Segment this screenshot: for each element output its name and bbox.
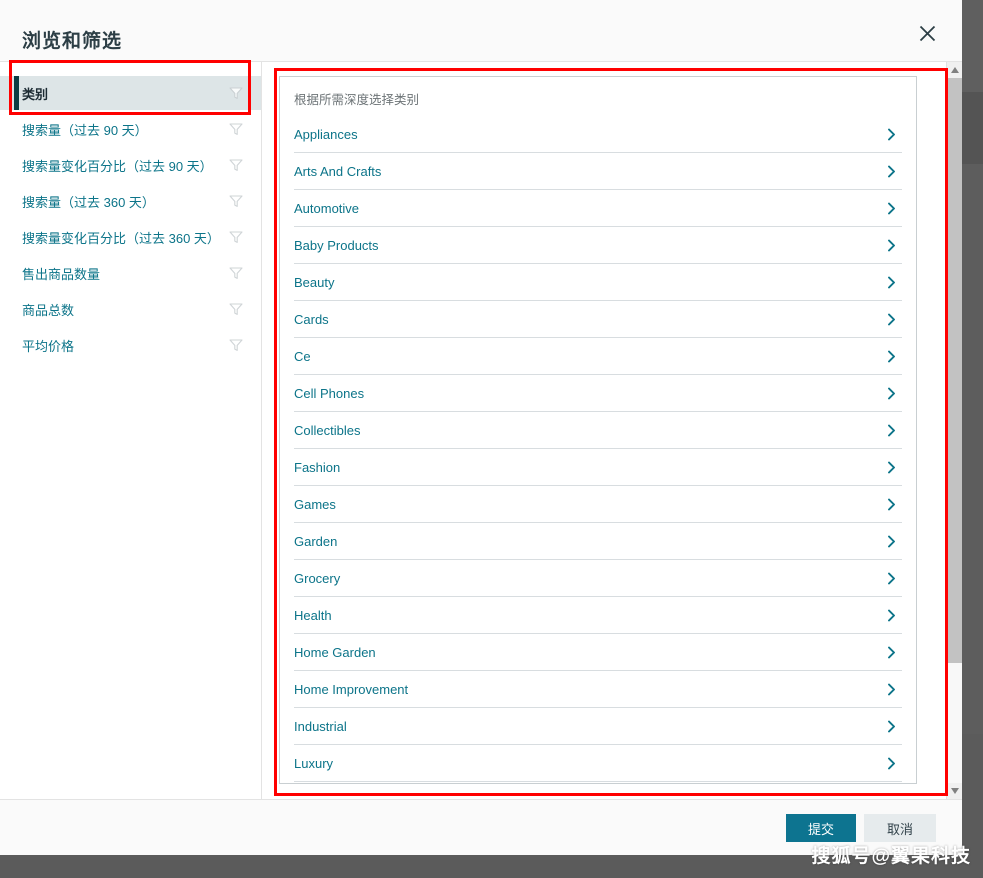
category-row[interactable]: Health: [294, 597, 902, 634]
category-row[interactable]: Home Improvement: [294, 671, 902, 708]
facet-sidebar: 类别搜索量（过去 90 天） 搜索量变化百分比（过去 90 天） 搜索量（过去 36…: [0, 62, 262, 799]
category-name: Ce: [294, 348, 311, 364]
category-row[interactable]: Industrial: [294, 708, 902, 745]
funnel-icon[interactable]: [229, 86, 243, 100]
category-hint-text: 根据所需深度选择类别: [294, 93, 420, 107]
scroll-up-icon[interactable]: [947, 62, 962, 78]
submit-button[interactable]: 提交: [786, 814, 856, 842]
page-title: 浏览和筛选: [22, 31, 123, 52]
chevron-right-icon[interactable]: [885, 239, 898, 252]
category-row[interactable]: Luxury: [294, 745, 902, 782]
category-row[interactable]: Home Garden: [294, 634, 902, 671]
category-row[interactable]: Musical Instruments: [294, 782, 902, 783]
close-icon[interactable]: [914, 20, 940, 46]
category-name: Health: [294, 607, 332, 623]
sidebar-item-3[interactable]: 搜索量（过去 360 天）: [0, 186, 261, 216]
sidebar-item-4[interactable]: 搜索量变化百分比（过去 360 天）: [0, 222, 261, 252]
sidebar-item-label: 类别: [22, 86, 49, 102]
category-row[interactable]: Automotive: [294, 190, 902, 227]
cancel-button[interactable]: 取消: [864, 814, 936, 842]
category-name: Automotive: [294, 200, 360, 216]
watermark-text: 搜狐号@翼果科技: [811, 846, 971, 867]
sidebar-item-label: 售出商品数量: [22, 266, 101, 282]
category-row[interactable]: Fashion: [294, 449, 902, 486]
chevron-right-icon[interactable]: [885, 461, 898, 474]
category-name: Cell Phones: [294, 385, 365, 401]
sidebar-item-1[interactable]: 搜索量（过去 90 天）: [0, 114, 261, 144]
background-panel-bottom: [962, 164, 983, 734]
browse-and-filter-dialog: 浏览和筛选 类别搜索量（过去 90 天） 搜索量变化百分比（过去 90 天） 搜索量…: [0, 0, 962, 855]
category-row[interactable]: Baby Products: [294, 227, 902, 264]
dialog-scrollbar[interactable]: [946, 62, 962, 799]
sidebar-item-label: 平均价格: [22, 338, 75, 354]
category-row[interactable]: Appliances: [294, 116, 902, 153]
chevron-right-icon[interactable]: [885, 313, 898, 326]
category-name: Home Improvement: [294, 681, 409, 697]
category-name: Grocery: [294, 570, 341, 586]
category-panel: 根据所需深度选择类别 Appliances Arts And Crafts Auto…: [279, 76, 917, 784]
category-list: Appliances Arts And Crafts Automotive Baby …: [280, 116, 916, 783]
funnel-icon[interactable]: [229, 122, 243, 136]
category-name: Fashion: [294, 459, 341, 475]
category-row[interactable]: Beauty: [294, 264, 902, 301]
funnel-icon[interactable]: [229, 158, 243, 172]
sidebar-item-0[interactable]: 类别: [0, 76, 261, 110]
category-name: Cards: [294, 311, 329, 327]
background-panel-middle: [962, 92, 983, 164]
funnel-icon[interactable]: [229, 266, 243, 280]
sidebar-item-label: 搜索量（过去 90 天）: [22, 122, 148, 138]
sidebar-item-label: 搜索量变化百分比（过去 360 天）: [22, 230, 220, 246]
chevron-right-icon[interactable]: [885, 276, 898, 289]
sidebar-item-7[interactable]: 平均价格: [0, 330, 261, 360]
category-name: Appliances: [294, 126, 358, 142]
chevron-right-icon[interactable]: [885, 609, 898, 622]
chevron-right-icon[interactable]: [885, 202, 898, 215]
background-panel-top: [962, 0, 983, 92]
category-row[interactable]: Cell Phones: [294, 375, 902, 412]
category-name: Garden: [294, 533, 338, 549]
category-name: Luxury: [294, 755, 334, 771]
category-name: Baby Products: [294, 237, 379, 253]
chevron-right-icon[interactable]: [885, 350, 898, 363]
category-row[interactable]: Grocery: [294, 560, 902, 597]
sidebar-item-label: 商品总数: [22, 302, 75, 318]
chevron-right-icon[interactable]: [885, 646, 898, 659]
chevron-right-icon[interactable]: [885, 535, 898, 548]
scroll-down-icon[interactable]: [947, 783, 962, 799]
chevron-right-icon[interactable]: [885, 424, 898, 437]
category-name: Games: [294, 496, 336, 512]
sidebar-item-2[interactable]: 搜索量变化百分比（过去 90 天）: [0, 150, 261, 180]
category-row[interactable]: Games: [294, 486, 902, 523]
category-row[interactable]: Garden: [294, 523, 902, 560]
chevron-right-icon[interactable]: [885, 387, 898, 400]
chevron-right-icon[interactable]: [885, 128, 898, 141]
category-row[interactable]: Arts And Crafts: [294, 153, 902, 190]
category-row[interactable]: Collectibles: [294, 412, 902, 449]
funnel-icon[interactable]: [229, 338, 243, 352]
chevron-right-icon[interactable]: [885, 683, 898, 696]
dialog-header: 浏览和筛选: [0, 0, 962, 62]
chevron-right-icon[interactable]: [885, 498, 898, 511]
category-content-area: 根据所需深度选择类别 Appliances Arts And Crafts Auto…: [262, 62, 962, 799]
funnel-icon[interactable]: [229, 230, 243, 244]
sidebar-item-label: 搜索量变化百分比（过去 90 天）: [22, 158, 213, 174]
scrollbar-thumb[interactable]: [948, 78, 962, 663]
category-name: Home Garden: [294, 644, 376, 660]
sidebar-item-5[interactable]: 售出商品数量: [0, 258, 261, 288]
category-name: Beauty: [294, 274, 335, 290]
category-name: Arts And Crafts: [294, 163, 382, 179]
funnel-icon[interactable]: [229, 194, 243, 208]
category-row[interactable]: Ce: [294, 338, 902, 375]
category-row[interactable]: Cards: [294, 301, 902, 338]
sidebar-item-6[interactable]: 商品总数: [0, 294, 261, 324]
category-name: Industrial: [294, 718, 347, 734]
chevron-right-icon[interactable]: [885, 720, 898, 733]
chevron-right-icon[interactable]: [885, 572, 898, 585]
chevron-right-icon[interactable]: [885, 757, 898, 770]
category-name: Collectibles: [294, 422, 361, 438]
dialog-body: 类别搜索量（过去 90 天） 搜索量变化百分比（过去 90 天） 搜索量（过去 36…: [0, 62, 962, 799]
sidebar-item-label: 搜索量（过去 360 天）: [22, 194, 155, 210]
chevron-right-icon[interactable]: [885, 165, 898, 178]
funnel-icon[interactable]: [229, 302, 243, 316]
